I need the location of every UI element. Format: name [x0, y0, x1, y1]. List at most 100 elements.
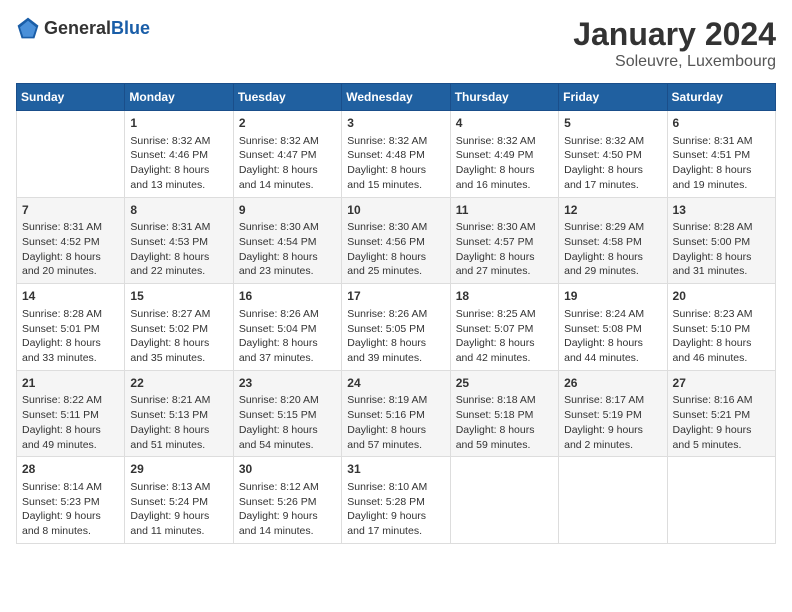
- calendar-table: SundayMondayTuesdayWednesdayThursdayFrid…: [16, 83, 776, 544]
- calendar-cell: 30Sunrise: 8:12 AM Sunset: 5:26 PM Dayli…: [233, 457, 341, 544]
- day-number: 30: [239, 461, 336, 478]
- calendar-cell: 5Sunrise: 8:32 AM Sunset: 4:50 PM Daylig…: [559, 111, 667, 198]
- calendar-cell: 29 Sunrise: 8:13 AM Sunset: 5:24 PM Dayli…: [125, 457, 233, 544]
- calendar-week-row: 28 Sunrise: 8:14 AM Sunset: 5:23 PM Dayli…: [17, 457, 776, 544]
- calendar-cell: 6 Sunrise: 8:31 AM Sunset: 4:51 PM Daylig…: [667, 111, 775, 198]
- day-of-week-header: Tuesday: [233, 84, 341, 111]
- day-number: 22: [130, 375, 227, 392]
- title-block: January 2024 Soleuvre, Luxembourg: [573, 16, 776, 71]
- day-info: Sunrise: 8:28 AM Sunset: 5:00 PM Dayligh…: [673, 220, 770, 279]
- day-number: 4: [456, 115, 553, 132]
- calendar-cell: 22Sunrise: 8:21 AM Sunset: 5:13 PM Dayli…: [125, 370, 233, 457]
- calendar-cell: 20 Sunrise: 8:23 AM Sunset: 5:10 PM Dayli…: [667, 284, 775, 371]
- page-header: GeneralBlue January 2024 Soleuvre, Luxem…: [16, 16, 776, 71]
- day-number: 23: [239, 375, 336, 392]
- calendar-cell: 7Sunrise: 8:31 AM Sunset: 4:52 PM Daylig…: [17, 197, 125, 284]
- day-number: 27: [673, 375, 770, 392]
- day-number: 12: [564, 202, 661, 219]
- day-number: 6: [673, 115, 770, 132]
- calendar-cell: 10Sunrise: 8:30 AM Sunset: 4:56 PM Dayli…: [342, 197, 450, 284]
- day-number: 16: [239, 288, 336, 305]
- calendar-body: 1Sunrise: 8:32 AM Sunset: 4:46 PM Daylig…: [17, 111, 776, 544]
- day-number: 18: [456, 288, 553, 305]
- day-number: 31: [347, 461, 444, 478]
- calendar-cell: 26Sunrise: 8:17 AM Sunset: 5:19 PM Dayli…: [559, 370, 667, 457]
- calendar-week-row: 7Sunrise: 8:31 AM Sunset: 4:52 PM Daylig…: [17, 197, 776, 284]
- calendar-cell: 13Sunrise: 8:28 AM Sunset: 5:00 PM Dayli…: [667, 197, 775, 284]
- day-number: 9: [239, 202, 336, 219]
- calendar-cell: 12Sunrise: 8:29 AM Sunset: 4:58 PM Dayli…: [559, 197, 667, 284]
- day-number: 2: [239, 115, 336, 132]
- day-of-week-header: Monday: [125, 84, 233, 111]
- calendar-cell: [559, 457, 667, 544]
- day-info: Sunrise: 8:17 AM Sunset: 5:19 PM Dayligh…: [564, 393, 661, 452]
- day-of-week-header: Thursday: [450, 84, 558, 111]
- logo-text-general: General: [44, 18, 111, 38]
- calendar-cell: 31 Sunrise: 8:10 AM Sunset: 5:28 PM Dayli…: [342, 457, 450, 544]
- calendar-cell: 14 Sunrise: 8:28 AM Sunset: 5:01 PM Dayli…: [17, 284, 125, 371]
- calendar-cell: 9Sunrise: 8:30 AM Sunset: 4:54 PM Daylig…: [233, 197, 341, 284]
- day-info: Sunrise: 8:30 AM Sunset: 4:57 PM Dayligh…: [456, 220, 553, 279]
- calendar-cell: 18 Sunrise: 8:25 AM Sunset: 5:07 PM Dayli…: [450, 284, 558, 371]
- calendar-cell: [667, 457, 775, 544]
- day-info: Sunrise: 8:32 AM Sunset: 4:49 PM Dayligh…: [456, 134, 553, 193]
- day-number: 26: [564, 375, 661, 392]
- day-info: Sunrise: 8:23 AM Sunset: 5:10 PM Dayligh…: [673, 307, 770, 366]
- calendar-cell: 19 Sunrise: 8:24 AM Sunset: 5:08 PM Dayli…: [559, 284, 667, 371]
- day-of-week-header: Sunday: [17, 84, 125, 111]
- day-info: Sunrise: 8:32 AM Sunset: 4:48 PM Dayligh…: [347, 134, 444, 193]
- calendar-cell: 28 Sunrise: 8:14 AM Sunset: 5:23 PM Dayli…: [17, 457, 125, 544]
- calendar-cell: [17, 111, 125, 198]
- day-info: Sunrise: 8:16 AM Sunset: 5:21 PM Dayligh…: [673, 393, 770, 452]
- calendar-cell: 15Sunrise: 8:27 AM Sunset: 5:02 PM Dayli…: [125, 284, 233, 371]
- calendar-cell: 4 Sunrise: 8:32 AM Sunset: 4:49 PM Daylig…: [450, 111, 558, 198]
- day-number: 7: [22, 202, 119, 219]
- day-info: Sunrise: 8:10 AM Sunset: 5:28 PM Dayligh…: [347, 480, 444, 539]
- day-number: 14: [22, 288, 119, 305]
- calendar-cell: 24Sunrise: 8:19 AM Sunset: 5:16 PM Dayli…: [342, 370, 450, 457]
- calendar-cell: 27Sunrise: 8:16 AM Sunset: 5:21 PM Dayli…: [667, 370, 775, 457]
- month-title: January 2024: [573, 16, 776, 53]
- logo-text-blue: Blue: [111, 18, 150, 38]
- day-of-week-header: Wednesday: [342, 84, 450, 111]
- day-info: Sunrise: 8:21 AM Sunset: 5:13 PM Dayligh…: [130, 393, 227, 452]
- calendar-week-row: 1Sunrise: 8:32 AM Sunset: 4:46 PM Daylig…: [17, 111, 776, 198]
- day-info: Sunrise: 8:26 AM Sunset: 5:04 PM Dayligh…: [239, 307, 336, 366]
- calendar-header-row: SundayMondayTuesdayWednesdayThursdayFrid…: [17, 84, 776, 111]
- calendar-cell: 16 Sunrise: 8:26 AM Sunset: 5:04 PM Dayli…: [233, 284, 341, 371]
- day-number: 29: [130, 461, 227, 478]
- day-info: Sunrise: 8:25 AM Sunset: 5:07 PM Dayligh…: [456, 307, 553, 366]
- day-info: Sunrise: 8:32 AM Sunset: 4:50 PM Dayligh…: [564, 134, 661, 193]
- day-info: Sunrise: 8:13 AM Sunset: 5:24 PM Dayligh…: [130, 480, 227, 539]
- day-info: Sunrise: 8:20 AM Sunset: 5:15 PM Dayligh…: [239, 393, 336, 452]
- location-title: Soleuvre, Luxembourg: [573, 53, 776, 71]
- day-info: Sunrise: 8:31 AM Sunset: 4:52 PM Dayligh…: [22, 220, 119, 279]
- day-number: 17: [347, 288, 444, 305]
- day-info: Sunrise: 8:29 AM Sunset: 4:58 PM Dayligh…: [564, 220, 661, 279]
- day-info: Sunrise: 8:14 AM Sunset: 5:23 PM Dayligh…: [22, 480, 119, 539]
- calendar-cell: 1Sunrise: 8:32 AM Sunset: 4:46 PM Daylig…: [125, 111, 233, 198]
- day-info: Sunrise: 8:30 AM Sunset: 4:54 PM Dayligh…: [239, 220, 336, 279]
- day-number: 15: [130, 288, 227, 305]
- day-info: Sunrise: 8:30 AM Sunset: 4:56 PM Dayligh…: [347, 220, 444, 279]
- day-number: 11: [456, 202, 553, 219]
- day-info: Sunrise: 8:28 AM Sunset: 5:01 PM Dayligh…: [22, 307, 119, 366]
- calendar-cell: 23Sunrise: 8:20 AM Sunset: 5:15 PM Dayli…: [233, 370, 341, 457]
- logo-icon: [16, 16, 40, 40]
- calendar-cell: 25Sunrise: 8:18 AM Sunset: 5:18 PM Dayli…: [450, 370, 558, 457]
- calendar-cell: 17 Sunrise: 8:26 AM Sunset: 5:05 PM Dayli…: [342, 284, 450, 371]
- day-info: Sunrise: 8:32 AM Sunset: 4:46 PM Dayligh…: [130, 134, 227, 193]
- calendar-cell: 11Sunrise: 8:30 AM Sunset: 4:57 PM Dayli…: [450, 197, 558, 284]
- day-info: Sunrise: 8:26 AM Sunset: 5:05 PM Dayligh…: [347, 307, 444, 366]
- calendar-cell: [450, 457, 558, 544]
- day-info: Sunrise: 8:31 AM Sunset: 4:51 PM Dayligh…: [673, 134, 770, 193]
- day-info: Sunrise: 8:24 AM Sunset: 5:08 PM Dayligh…: [564, 307, 661, 366]
- calendar-cell: 21Sunrise: 8:22 AM Sunset: 5:11 PM Dayli…: [17, 370, 125, 457]
- calendar-week-row: 14 Sunrise: 8:28 AM Sunset: 5:01 PM Dayli…: [17, 284, 776, 371]
- day-number: 20: [673, 288, 770, 305]
- day-info: Sunrise: 8:22 AM Sunset: 5:11 PM Dayligh…: [22, 393, 119, 452]
- day-of-week-header: Friday: [559, 84, 667, 111]
- day-number: 19: [564, 288, 661, 305]
- day-number: 28: [22, 461, 119, 478]
- day-number: 25: [456, 375, 553, 392]
